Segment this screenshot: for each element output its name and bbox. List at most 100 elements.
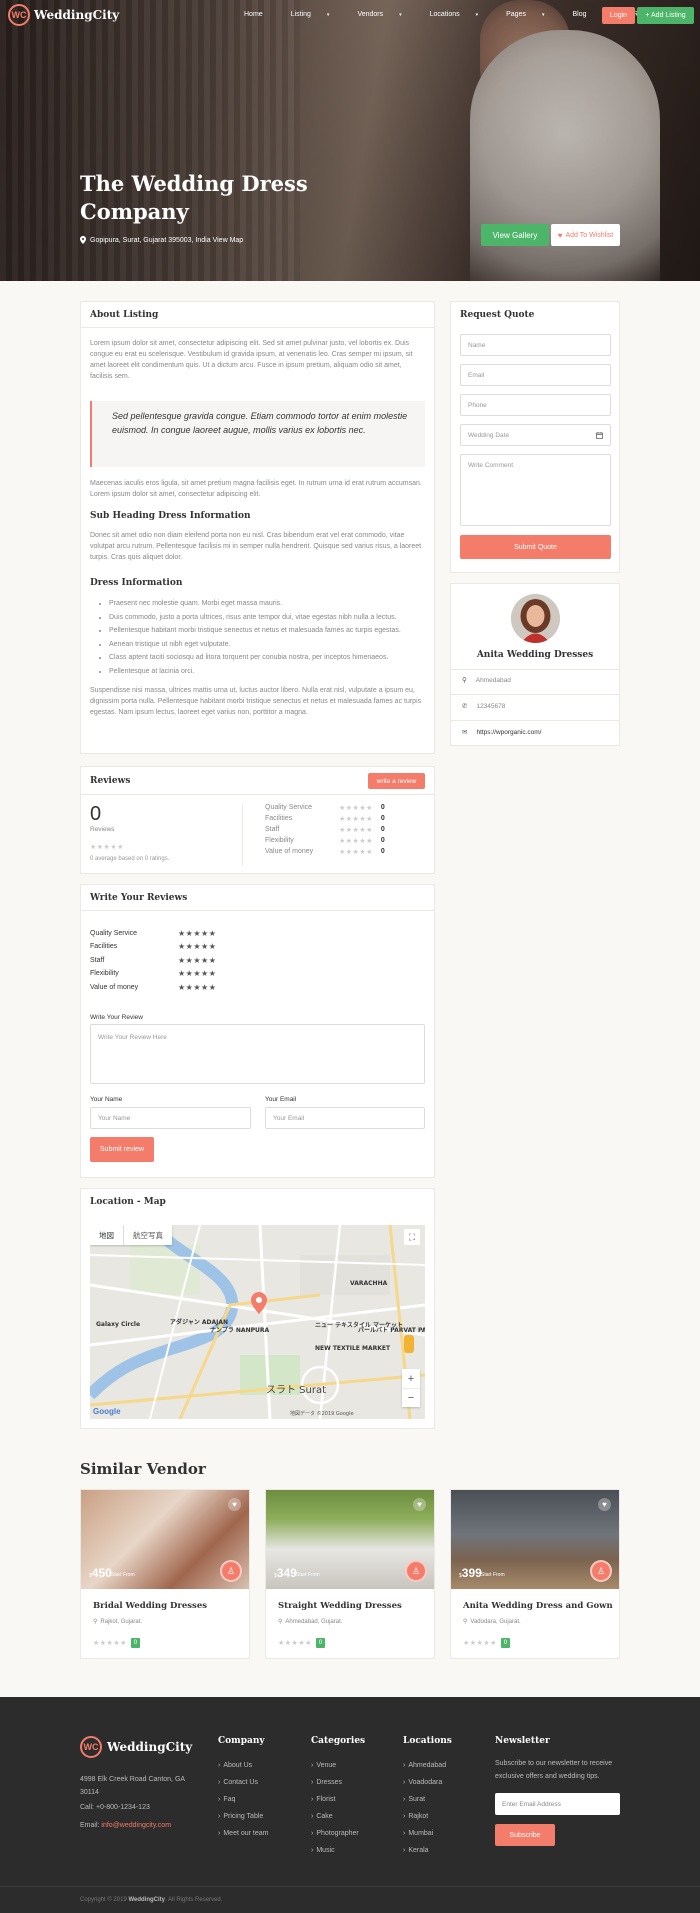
write-rating-row: Flexibility ★★★★★ [90, 968, 216, 980]
chevron-right-icon: › [403, 1779, 406, 1786]
vendor-phone[interactable]: 12345678 [476, 703, 505, 710]
vendor-price: $450 [89, 1566, 112, 1580]
footer-link-photographer[interactable]: › Photographer [311, 1825, 365, 1842]
chevron-right-icon: › [218, 1762, 221, 1769]
star-rating-input[interactable]: ★★★★★ [178, 942, 216, 951]
nav-item-label: Pages [506, 11, 526, 18]
footer-email-link[interactable]: info@weddingcity.com [101, 1822, 171, 1829]
average-text: 0 average based on 0 ratings. [90, 856, 170, 862]
view-gallery-button[interactable]: View Gallery [481, 224, 549, 246]
logo[interactable]: WC WeddingCity [8, 4, 119, 26]
footer-link-venue[interactable]: › Venue [311, 1757, 365, 1774]
vendor-card[interactable]: $399 Start From ♥ ♙ Anita Wedding Dress and … [450, 1489, 620, 1659]
quote-date-input[interactable]: Wedding Date [460, 424, 611, 446]
star-rating-input[interactable]: ★★★★★ [178, 983, 216, 992]
zoom-out-button[interactable]: − [402, 1388, 420, 1407]
footer-link-cake[interactable]: › Cake [311, 1808, 365, 1825]
map-place-label: NEW TEXTILE MARKET [315, 1345, 391, 1352]
list-item: Praesent nec molestie quam. Morbi eget m… [109, 597, 419, 611]
review-count: 0 [90, 803, 102, 825]
quote-comment-textarea[interactable]: Write Comment [460, 454, 611, 526]
star-rating-input[interactable]: ★★★★★ [178, 929, 216, 938]
categories-links: › Venue › Dresses › Florist › Cake › Photographer… [311, 1757, 365, 1859]
vendor-card[interactable]: $349 Start From ♥ ♙ Straight Wedding Dresses… [265, 1489, 435, 1659]
nav-item-vendors[interactable]: Vendors ▾ [357, 11, 415, 18]
vendor-image[interactable]: $399 Start From ♥ ♙ [451, 1490, 619, 1589]
quote-name-input[interactable]: Name [460, 334, 611, 356]
quote-phone-input[interactable]: Phone [460, 394, 611, 416]
star-rating-input[interactable]: ★★★★★ [178, 969, 216, 978]
your-name-input[interactable]: Your Name [90, 1107, 251, 1129]
nav-item-home[interactable]: Home [244, 11, 277, 18]
your-email-input[interactable]: Your Email [265, 1107, 425, 1129]
footer-link-dresses[interactable]: › Dresses [311, 1774, 365, 1791]
zoom-in-button[interactable]: + [402, 1369, 420, 1388]
footer-link-kerala[interactable]: › Kerala [403, 1842, 452, 1859]
quote-email-input[interactable]: Email [460, 364, 611, 386]
add-to-wishlist-button[interactable]: ♥ Add To Wishlist [551, 224, 620, 246]
footer-link-contact-us[interactable]: › Contact Us [218, 1774, 268, 1791]
vendor-image[interactable]: $349 Start From ♥ ♙ [266, 1490, 434, 1589]
heart-icon[interactable]: ♥ [228, 1498, 241, 1511]
submit-review-button[interactable]: Submit review [90, 1137, 154, 1162]
footer-link-faq[interactable]: › Faq [218, 1791, 268, 1808]
nav-item-pages[interactable]: Pages ▾ [506, 11, 558, 18]
footer-link-florist[interactable]: › Florist [311, 1791, 365, 1808]
footer-link-meet-our-team[interactable]: › Meet our team [218, 1825, 268, 1842]
vendor-name[interactable]: Bridal Wedding Dresses [93, 1601, 207, 1611]
subscribe-button[interactable]: Subscribe [495, 1824, 555, 1846]
vendor-price-value: 450 [91, 1566, 112, 1580]
nav-item-label: Locations [429, 11, 460, 18]
login-button[interactable]: Login [602, 7, 635, 24]
footer-link-ahmedabad[interactable]: › Ahmedabad [403, 1757, 452, 1774]
fullscreen-icon[interactable]: ⛶ [404, 1229, 420, 1245]
map-place-label: Galaxy Circle [96, 1321, 141, 1328]
footer-logo[interactable]: WC WeddingCity [80, 1736, 192, 1758]
street-view-pegman-icon[interactable] [404, 1335, 414, 1353]
divider [451, 720, 619, 721]
address-text[interactable]: Gopipura, Surat, Gujarat 395003, India V… [90, 237, 243, 244]
chevron-right-icon: › [311, 1779, 314, 1786]
review-textarea[interactable]: Write Your Review Here [90, 1024, 425, 1084]
newsletter-email-input[interactable]: Enter Email Address [495, 1793, 620, 1815]
about-heading: About Listing [81, 302, 434, 328]
map-view[interactable]: 地図 航空写真 ⛶ アダジャン ADAJAN ナンプラ NANPURA ニュー テキ… [90, 1225, 425, 1419]
chevron-right-icon: › [218, 1813, 221, 1820]
vendor-image[interactable]: $450 Start From ♥ ♙ [81, 1490, 249, 1589]
map-attribution: 地図データ ©2019 Google [290, 1411, 354, 1417]
footer-link-voadodara[interactable]: › Voadodara [403, 1774, 452, 1791]
map-marker-icon[interactable] [251, 1292, 267, 1314]
footer-link-rajkot[interactable]: › Rajkot [403, 1808, 452, 1825]
copyright-pre: Copyright © 2019 [80, 1897, 129, 1903]
similar-vendor-heading: Similar Vendor [80, 1460, 206, 1478]
nav-item-listing[interactable]: Listing ▾ [291, 11, 344, 18]
vendor-name[interactable]: Anita Wedding Dress and Gown [463, 1601, 613, 1611]
vendor-name[interactable]: Straight Wedding Dresses [278, 1601, 402, 1611]
heart-icon[interactable]: ♥ [413, 1498, 426, 1511]
add-listing-button[interactable]: + Add Listing [637, 7, 694, 24]
footer-logo-mark: WC [80, 1736, 102, 1758]
satellite-tab[interactable]: 航空写真 [123, 1225, 172, 1245]
date-placeholder: Wedding Date [468, 431, 510, 439]
footer-link-mumbai[interactable]: › Mumbai [403, 1825, 452, 1842]
nav-item-locations[interactable]: Locations ▾ [430, 11, 492, 18]
map-tab[interactable]: 地図 [90, 1225, 123, 1245]
write-review-button[interactable]: write a review [368, 773, 425, 789]
footer-link-pricing-table[interactable]: › Pricing Table [218, 1808, 268, 1825]
star-rating-input[interactable]: ★★★★★ [178, 956, 216, 965]
categories-heading: Categories [311, 1736, 366, 1746]
footer-link-about-us[interactable]: › About Us [218, 1757, 268, 1774]
vendor-card[interactable]: $450 Start From ♥ ♙ Bridal Wedding Dresses ⚲ R… [80, 1489, 250, 1659]
footer-link-music[interactable]: › Music [311, 1842, 365, 1859]
chevron-down-icon: ▾ [541, 12, 545, 18]
reviews-card: Reviews write a review 0 Reviews ★★★★★ 0… [80, 766, 435, 874]
submit-quote-button[interactable]: Submit Quote [460, 535, 611, 559]
map-place-label: ナンプラ NANPURA [210, 1327, 270, 1334]
chevron-right-icon: › [403, 1847, 406, 1854]
heart-icon[interactable]: ♥ [598, 1498, 611, 1511]
vendor-website[interactable]: https://wporganic.com/ [476, 729, 541, 736]
divider [451, 694, 619, 695]
footer-link-label: Music [316, 1847, 335, 1854]
footer-link-surat[interactable]: › Surat [403, 1791, 452, 1808]
list-item: Aenean tristique ut nibh eget vulputate. [109, 638, 419, 652]
